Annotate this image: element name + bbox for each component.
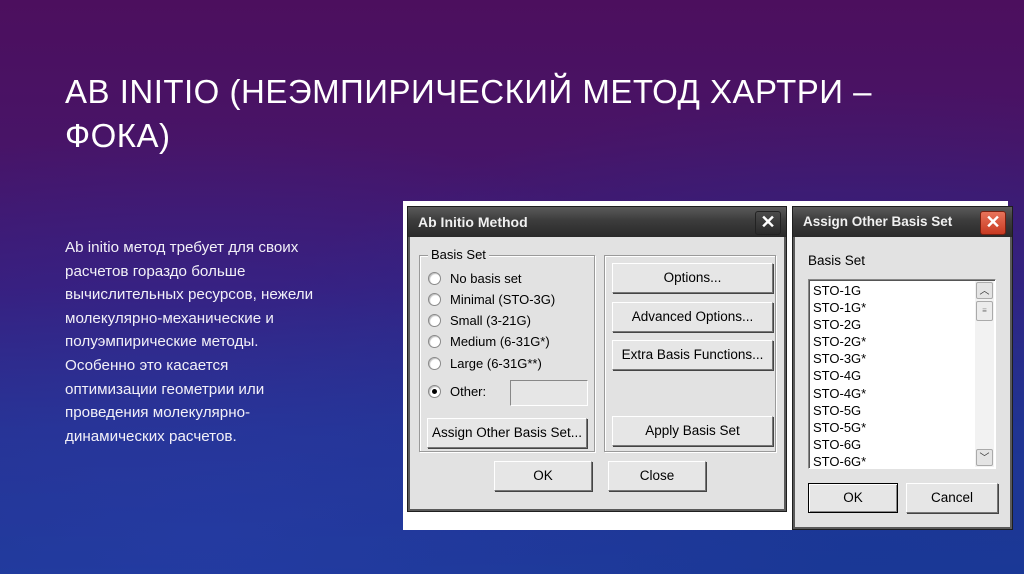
radio-button[interactable]	[428, 335, 441, 348]
list-item[interactable]: STO-4G*	[809, 385, 995, 402]
radio-small[interactable]: Small (3-21G)	[428, 313, 531, 328]
radio-label: Minimal (STO-3G)	[450, 292, 556, 307]
close-dialog-button[interactable]: Close	[608, 461, 706, 491]
other-basis-field[interactable]	[510, 380, 588, 406]
assign-basis-set-dialog: Assign Other Basis Set ✕ Basis Set STO-1…	[792, 206, 1013, 530]
extra-basis-functions-button[interactable]: Extra Basis Functions...	[612, 340, 773, 370]
slide-body-text: Ab initio метод требует для своих расчет…	[65, 239, 314, 445]
radio-label: No basis set	[450, 271, 522, 286]
list-item[interactable]: STO-1G	[809, 282, 995, 299]
list-item[interactable]: STO-1G*	[809, 299, 995, 316]
options-button[interactable]: Options...	[612, 263, 773, 293]
listbox-scrollbar[interactable]: ︿ ≡ ﹀	[975, 281, 994, 467]
radio-button-selected[interactable]	[428, 385, 441, 398]
radio-label: Large (6-31G**)	[450, 356, 542, 371]
basis-set-group: Basis Set No basis set Minimal (STO-3G) …	[419, 247, 595, 452]
list-item[interactable]: STO-6G	[809, 436, 995, 453]
list-item[interactable]: STO-5G	[809, 402, 995, 419]
options-group: Options... Advanced Options... Extra Bas…	[604, 255, 776, 452]
basis-set-listbox[interactable]: STO-1G STO-1G* STO-2G STO-2G* STO-3G* STO-4G S…	[808, 279, 996, 469]
list-item[interactable]: STO-3G*	[809, 350, 995, 367]
radio-label: Small (3-21G)	[450, 313, 531, 328]
close-icon: ✕	[760, 212, 776, 232]
radio-label: Other:	[450, 384, 487, 399]
radio-other[interactable]: Other:	[428, 384, 486, 399]
basis-set-list: STO-1G STO-1G* STO-2G STO-2G* STO-3G* STO-4G S…	[809, 280, 995, 468]
radio-button[interactable]	[428, 357, 441, 370]
apply-basis-set-button[interactable]: Apply Basis Set	[612, 416, 773, 446]
radio-button[interactable]	[428, 314, 441, 327]
list-item[interactable]: STO-2G	[809, 316, 995, 333]
radio-no-basis-set[interactable]: No basis set	[428, 271, 522, 286]
chevron-down-icon: ﹀	[979, 453, 990, 464]
radio-label: Medium (6-31G*)	[450, 334, 550, 349]
radio-medium[interactable]: Medium (6-31G*)	[428, 334, 550, 349]
scroll-down-button[interactable]: ﹀	[976, 449, 993, 466]
dialog-title: Ab Initio Method	[418, 214, 528, 230]
close-button[interactable]: ✕	[980, 211, 1006, 235]
basis-set-list-label: Basis Set	[808, 253, 866, 268]
list-item[interactable]: STO-4G	[809, 367, 995, 384]
assign-titlebar[interactable]: Assign Other Basis Set ✕	[793, 207, 1012, 237]
list-item[interactable]: STO-5G*	[809, 419, 995, 436]
list-item[interactable]: STO-2G*	[809, 333, 995, 350]
ok-button[interactable]: OK	[494, 461, 592, 491]
slide-title: AB INITIO (НЕЭМПИРИЧЕСКИЙ МЕТОД ХАРТРИ –…	[65, 73, 872, 154]
radio-large[interactable]: Large (6-31G**)	[428, 356, 542, 371]
assign-cancel-button[interactable]: Cancel	[906, 483, 998, 513]
basis-set-group-label: Basis Set	[428, 247, 489, 262]
close-icon: ✕	[985, 212, 1001, 232]
radio-minimal[interactable]: Minimal (STO-3G)	[428, 292, 555, 307]
assign-ok-button[interactable]: OK	[808, 483, 898, 513]
chevron-up-icon: ︿	[979, 286, 990, 297]
scroll-thumb[interactable]: ≡	[976, 301, 993, 321]
dialog-title: Assign Other Basis Set	[803, 214, 953, 229]
radio-button[interactable]	[428, 293, 441, 306]
assign-other-basis-set-button[interactable]: Assign Other Basis Set...	[427, 418, 587, 448]
scroll-up-button[interactable]: ︿	[976, 282, 993, 299]
close-button[interactable]: ✕	[755, 211, 781, 235]
radio-button[interactable]	[428, 272, 441, 285]
advanced-options-button[interactable]: Advanced Options...	[612, 302, 773, 332]
list-item[interactable]: STO-6G*	[809, 453, 995, 468]
ab-initio-titlebar[interactable]: Ab Initio Method ✕	[408, 207, 786, 237]
grip-icon: ≡	[982, 306, 987, 315]
ab-initio-dialog: Ab Initio Method ✕ Basis Set No basis se…	[407, 206, 787, 512]
